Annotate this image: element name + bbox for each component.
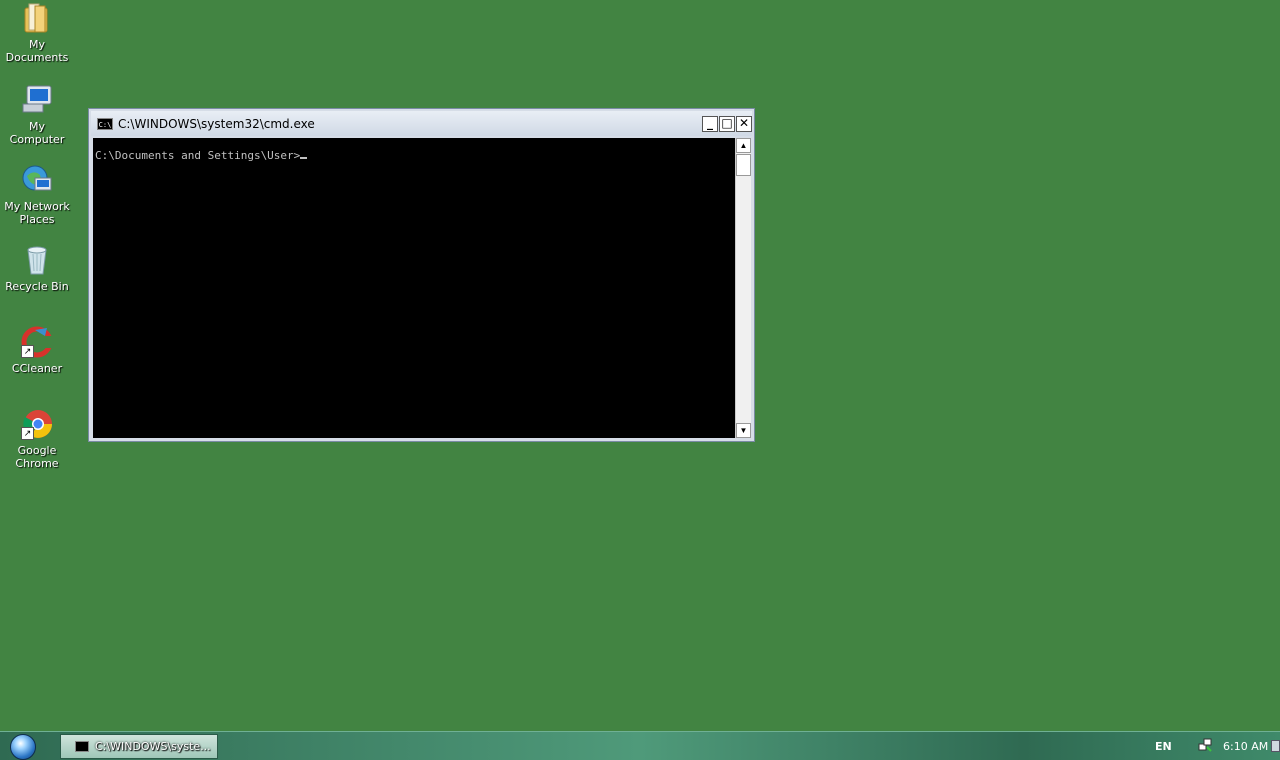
window-titlebar[interactable]: C:\ C:\WINDOWS\system32\cmd.exe _ □ ✕ bbox=[91, 111, 752, 136]
desktop-icon-my-documents[interactable]: My Documents bbox=[0, 2, 74, 64]
console-area[interactable]: C:\Documents and Settings\User> bbox=[93, 138, 735, 438]
desktop-icon-ccleaner[interactable]: ↗ CCleaner bbox=[0, 326, 74, 375]
recycle-bin-icon bbox=[21, 244, 53, 276]
desktop-icon-my-network-places[interactable]: My Network Places bbox=[0, 164, 74, 226]
desktop-icon-label: Google Chrome bbox=[15, 444, 59, 470]
console-prompt: C:\Documents and Settings\User> bbox=[95, 149, 301, 162]
close-button[interactable]: ✕ bbox=[736, 116, 752, 132]
text-cursor bbox=[300, 157, 308, 159]
language-indicator[interactable]: EN bbox=[1155, 740, 1172, 753]
system-clock[interactable]: 6:10 AM bbox=[1223, 740, 1268, 753]
chrome-icon: ↗ bbox=[21, 408, 53, 440]
desktop-icon-label: My Network Places bbox=[4, 200, 70, 226]
desktop[interactable]: My Documents My Computer My Network Plac… bbox=[0, 0, 1280, 731]
desktop-icon-label: CCleaner bbox=[11, 362, 63, 375]
desktop-icon-label: My Computer bbox=[9, 120, 65, 146]
network-tray-icon[interactable] bbox=[1198, 738, 1212, 752]
desktop-icon-label: Recycle Bin bbox=[5, 280, 69, 293]
desktop-icon-recycle-bin[interactable]: Recycle Bin bbox=[0, 244, 74, 293]
computer-icon bbox=[21, 84, 53, 116]
ccleaner-icon: ↗ bbox=[21, 326, 53, 358]
window-title: C:\WINDOWS\system32\cmd.exe bbox=[118, 117, 315, 131]
taskbar-button-label: C:\WINDOWS\syste... bbox=[95, 740, 211, 753]
desktop-icon-label: My Documents bbox=[5, 38, 69, 64]
show-desktop-button[interactable] bbox=[1271, 740, 1280, 752]
network-icon bbox=[21, 164, 53, 196]
cmd-app-icon bbox=[75, 741, 89, 752]
scroll-down-button[interactable]: ▼ bbox=[736, 423, 751, 438]
console-output: C:\Documents and Settings\User> bbox=[95, 149, 308, 162]
cmd-app-icon: C:\ bbox=[97, 118, 113, 130]
maximize-button[interactable]: □ bbox=[719, 116, 735, 132]
desktop-icon-my-computer[interactable]: My Computer bbox=[0, 84, 74, 146]
taskbar: C:\WINDOWS\syste... EN 6:10 AM bbox=[0, 731, 1280, 760]
scroll-up-button[interactable]: ▲ bbox=[736, 138, 751, 153]
cmd-window[interactable]: C:\ C:\WINDOWS\system32\cmd.exe _ □ ✕ C:… bbox=[88, 108, 755, 442]
scroll-thumb[interactable] bbox=[736, 154, 751, 176]
shortcut-arrow-icon: ↗ bbox=[21, 427, 34, 440]
desktop-icon-google-chrome[interactable]: ↗ Google Chrome bbox=[0, 408, 74, 470]
shortcut-arrow-icon: ↗ bbox=[21, 345, 34, 358]
windows-logo-icon[interactable] bbox=[10, 734, 36, 760]
folder-icon bbox=[21, 2, 53, 34]
taskbar-button-cmd[interactable]: C:\WINDOWS\syste... bbox=[60, 734, 218, 759]
minimize-button[interactable]: _ bbox=[702, 116, 718, 132]
vertical-scrollbar[interactable]: ▲ ▼ bbox=[735, 138, 751, 438]
